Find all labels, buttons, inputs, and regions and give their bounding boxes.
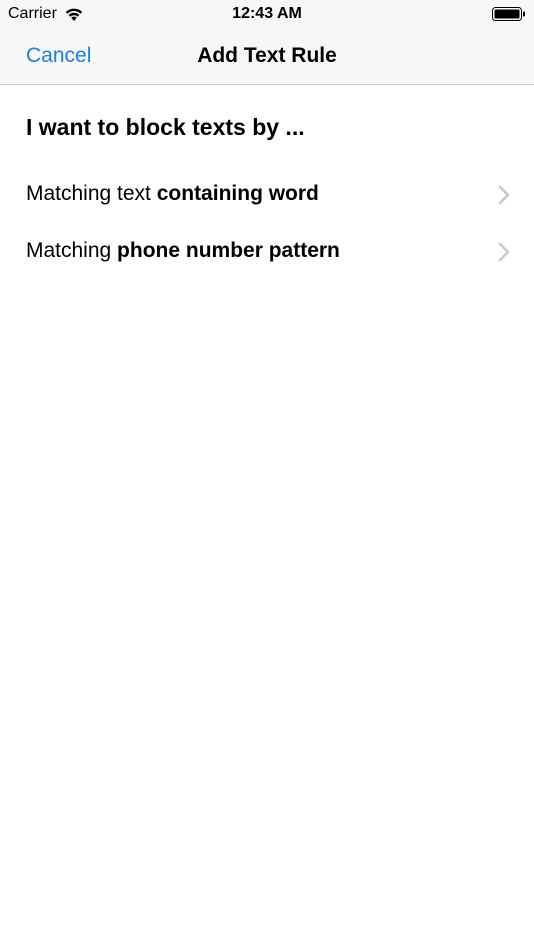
battery-icon [492,7,525,21]
chevron-right-icon [498,242,510,262]
option-label: Matching phone number pattern [26,239,340,263]
status-bar: Carrier 12:43 AM [0,0,534,28]
option-label-prefix: Matching [26,239,118,262]
chevron-right-icon [498,185,510,205]
option-containing-word[interactable]: Matching text containing word [0,167,534,223]
status-time: 12:43 AM [232,5,302,22]
page-title: Add Text Rule [197,44,337,67]
option-label: Matching text containing word [26,182,319,206]
option-label-prefix: Matching text [26,182,157,205]
option-phone-number-pattern[interactable]: Matching phone number pattern [0,224,534,280]
navigation-bar: Cancel Add Text Rule [0,28,534,85]
screen: Carrier 12:43 AM Cancel Add Text Rule I … [0,0,534,950]
option-label-emphasis: phone number pattern [117,239,340,262]
option-label-emphasis: containing word [156,182,319,205]
section-header: I want to block texts by ... [26,114,305,140]
